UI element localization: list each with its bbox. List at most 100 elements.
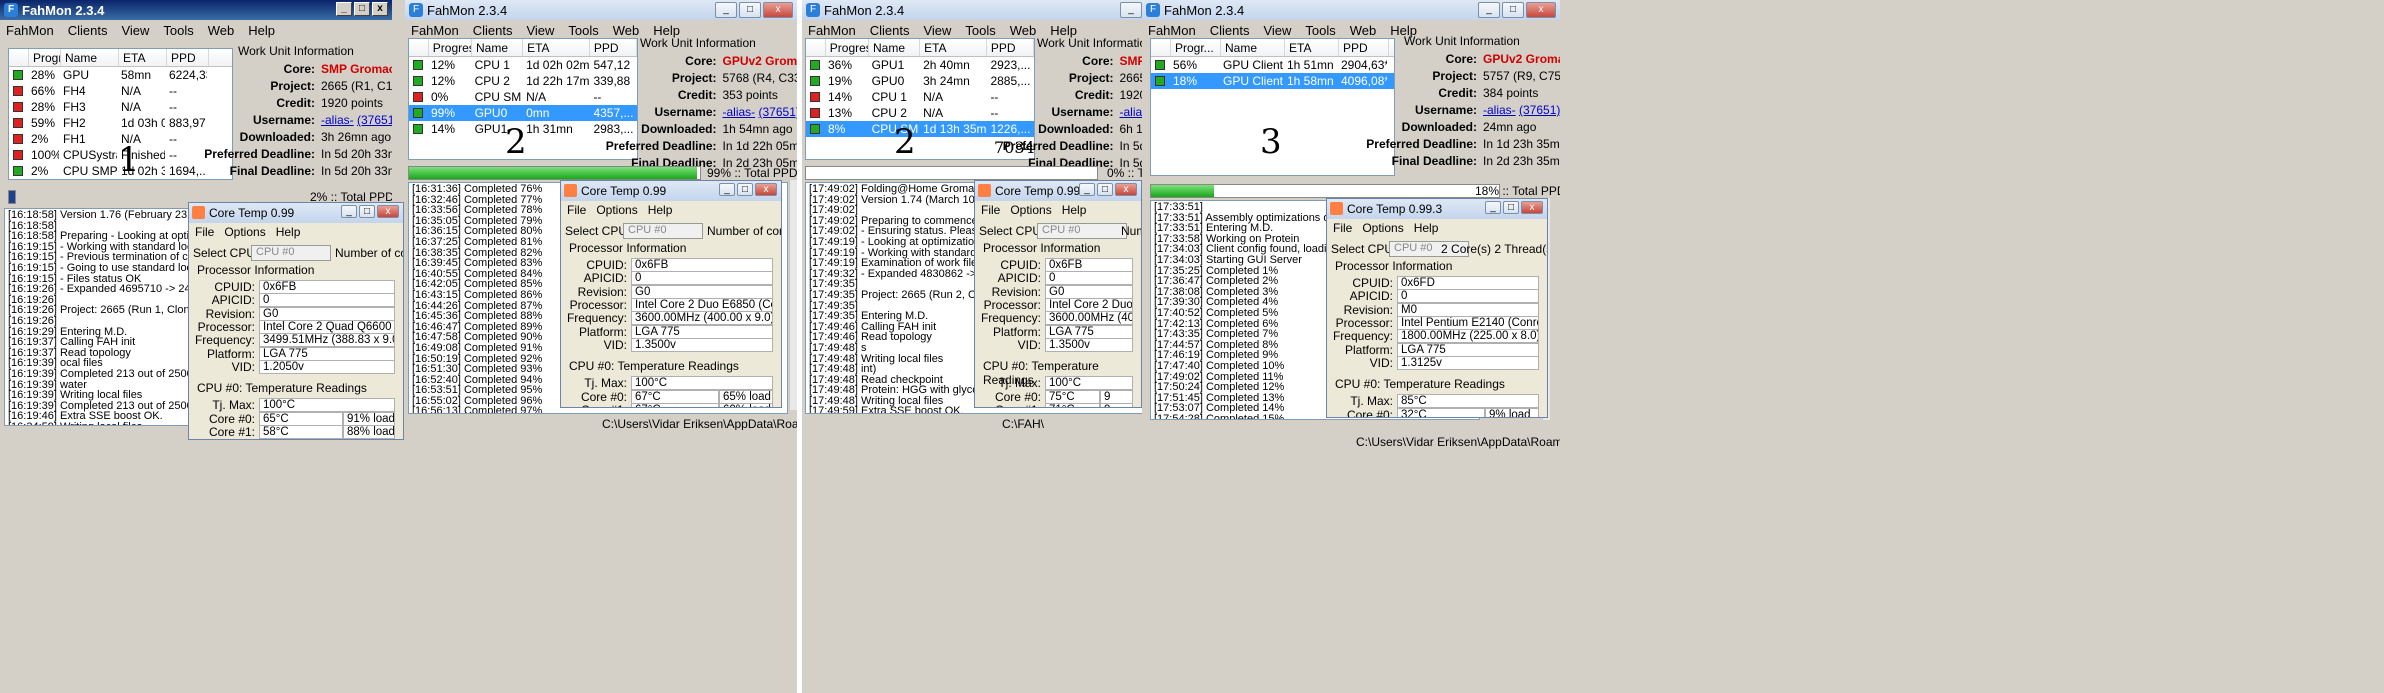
close-button[interactable]: x [1526,2,1556,18]
user-id-link[interactable]: (37651) [1519,103,1560,117]
minimize-button[interactable]: _ [1079,183,1095,196]
minimize-button[interactable]: _ [719,183,735,196]
coretemp-menu-file[interactable]: File [1333,221,1352,235]
menu-fahmon[interactable]: FahMon [808,23,856,38]
column-header-ppd[interactable]: PPD [987,39,1034,56]
coretemp-menu-file[interactable]: File [981,203,1000,217]
menu-clients[interactable]: Clients [68,23,108,38]
client-row[interactable]: 28% GPU 58mn 6224,33 [9,67,232,83]
client-row[interactable]: 0% CPU SMPN/A -- [409,89,637,105]
column-header-eta[interactable]: ETA [1285,39,1339,56]
menu-clients[interactable]: Clients [1210,23,1250,38]
menu-view[interactable]: View [923,23,951,38]
column-header-eta[interactable]: ETA [119,49,167,66]
client-row[interactable]: 99% GPU0 0mn 4357,... [409,105,637,121]
maximize-button[interactable]: □ [737,183,753,196]
coretemp-menu-file[interactable]: File [195,225,214,239]
menu-web[interactable]: Web [1350,23,1377,38]
close-button[interactable]: x [1115,183,1137,196]
menu-tools[interactable]: Tools [1305,23,1335,38]
coretemp-menu-options[interactable]: Options [1010,203,1051,217]
scrollbar[interactable] [789,180,797,410]
maximize-button[interactable]: □ [1097,183,1113,196]
client-row[interactable]: 12% CPU 2 1d 22h 17mn 339,88 [409,73,637,89]
wu-value[interactable]: -alias- (37651) [321,113,392,127]
client-row[interactable]: 66% FH4 N/A -- [9,83,232,99]
username-link[interactable]: -alias- [1483,103,1516,117]
maximize-button[interactable]: □ [739,2,761,18]
coretemp-menu-help[interactable]: Help [1414,221,1439,235]
column-header-progress[interactable]: Progress [826,39,870,56]
client-row[interactable]: 12% CPU 1 1d 02h 02mn 547,12 [409,57,637,73]
minimize-button[interactable]: _ [715,2,737,18]
coretemp-menu-options[interactable]: Options [596,203,637,217]
user-id-link[interactable]: (37651) [357,113,392,127]
client-row[interactable]: 8%CPU SMP1d 13h 35mn1226,... [806,121,1034,137]
wu-value[interactable]: -alias- (3 [1120,105,1143,119]
menu-view[interactable]: View [121,23,149,38]
client-row[interactable]: 59% FH2 1d 03h 0... 883,97 [9,115,232,131]
coretemp-menu-options[interactable]: Options [1362,221,1403,235]
coretemp-menu-options[interactable]: Options [224,225,265,239]
menu-fahmon[interactable]: FahMon [411,23,459,38]
minimize-button[interactable]: _ [341,205,357,218]
menu-tools[interactable]: Tools [163,23,193,38]
client-row[interactable]: 13% CPU 2 N/A -- [806,105,1034,121]
close-button[interactable]: x [1521,201,1543,214]
column-header-progress[interactable]: Progress [429,39,473,56]
maximize-button[interactable]: □ [359,205,375,218]
client-row[interactable]: 36% GPU1 2h 40mn 2923,... [806,57,1034,73]
coretemp-menu-file[interactable]: File [567,203,586,217]
client-row[interactable]: 56% GPU Client 0 1h 51mn 2904,63* [1151,57,1394,73]
coretemp-menu-help[interactable]: Help [276,225,301,239]
menu-tools[interactable]: Tools [568,23,598,38]
user-id-link[interactable]: (37651) [759,105,797,119]
wu-value[interactable]: -alias- (37651) [1483,103,1560,117]
menu-help[interactable]: Help [653,23,680,38]
menu-view[interactable]: View [1263,23,1291,38]
maximize-button[interactable]: □ [1502,2,1524,18]
close-button[interactable]: x [755,183,777,196]
minimize-button[interactable]: _ [1478,2,1500,18]
cpu-select[interactable]: CPU #0 [251,245,331,261]
column-header-name[interactable]: Name [869,39,921,56]
client-row[interactable]: 14% CPU 1 N/A -- [806,89,1034,105]
column-header-ppd[interactable]: PPD [167,49,209,66]
close-button[interactable]: x [763,2,793,18]
menu-web[interactable]: Web [1010,23,1037,38]
menu-tools[interactable]: Tools [965,23,995,38]
coretemp-menu-help[interactable]: Help [1062,203,1087,217]
column-header-name[interactable]: Name [61,49,119,66]
maximize-button[interactable]: □ [354,2,370,16]
client-row[interactable]: 18% GPU Client 1 1h 58mn 4096,08* [1151,73,1394,89]
maximize-button[interactable]: □ [1503,201,1519,214]
menu-web[interactable]: Web [208,23,235,38]
client-row[interactable]: 19% GPU0 3h 24mn 2885,... [806,73,1034,89]
minimize-button[interactable]: _ [1120,2,1142,18]
username-link[interactable]: -alias- [321,113,354,127]
column-header-name[interactable]: Name [1221,39,1285,56]
menu-clients[interactable]: Clients [870,23,910,38]
client-row[interactable]: 28% FH3 N/A -- [9,99,232,115]
wu-value[interactable]: -alias- (37651) [723,105,798,119]
minimize-button[interactable]: _ [1485,201,1501,214]
coretemp-menu-help[interactable]: Help [648,203,673,217]
column-header-progress[interactable]: Progr... [1171,39,1221,56]
menu-web[interactable]: Web [613,23,640,38]
username-link[interactable]: -alias- [1120,105,1143,119]
menu-fahmon[interactable]: FahMon [1148,23,1196,38]
column-header-progress[interactable]: Progress [29,49,61,66]
menu-help[interactable]: Help [248,23,275,38]
column-header-ppd[interactable]: PPD [590,39,637,56]
column-header-ppd[interactable]: PPD [1339,39,1389,56]
column-header-eta[interactable]: ETA [920,39,987,56]
menu-fahmon[interactable]: FahMon [6,23,54,38]
menu-help[interactable]: Help [1050,23,1077,38]
menu-view[interactable]: View [526,23,554,38]
menu-clients[interactable]: Clients [473,23,513,38]
close-button[interactable]: x [377,205,399,218]
column-header-eta[interactable]: ETA [523,39,590,56]
username-link[interactable]: -alias- [723,105,756,119]
cpu-select[interactable]: CPU #0 [1037,223,1127,239]
minimize-button[interactable]: _ [336,2,352,16]
